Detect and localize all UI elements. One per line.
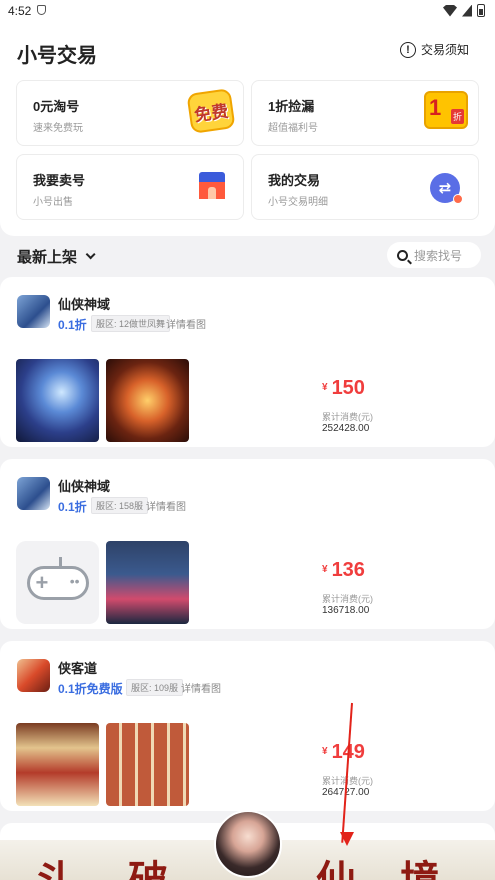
annotation-arrow-head	[340, 832, 354, 846]
game-name: 侠客道	[58, 661, 98, 676]
listing-card[interactable]: 仙侠神域 0.1折 服区: 12做世凤舞 详情看图 ¥150 累计消费(元) 2…	[0, 277, 495, 447]
detail-link[interactable]: 详情看图	[181, 680, 221, 695]
spent-label: 累计消费(元)	[322, 594, 373, 604]
price: ¥136	[322, 559, 365, 581]
trade-notice-button[interactable]: ! 交易须知	[399, 41, 469, 58]
card-subtitle: 速来免费玩	[33, 123, 83, 134]
card-subtitle: 小号交易明细	[268, 197, 328, 208]
character-avatar[interactable]	[214, 810, 282, 878]
free-badge-icon: 免费	[186, 88, 236, 135]
shield-icon	[37, 5, 46, 15]
detail-link[interactable]: 详情看图	[146, 498, 186, 513]
game-icon	[17, 477, 50, 510]
listing-card[interactable]: 仙侠神域 0.1折 服区: 158服 详情看图 ¥136 累计消费(元) 136…	[0, 459, 495, 629]
card-subtitle: 超值福利号	[268, 123, 318, 134]
status-bar: 4:52	[0, 0, 495, 22]
shop-icon	[199, 172, 225, 200]
status-time: 4:52	[8, 4, 32, 18]
banner-char: 仙	[316, 848, 356, 880]
screenshot-thumbnail[interactable]	[106, 541, 189, 624]
screenshot-thumbnail[interactable]	[106, 359, 189, 442]
placeholder-image[interactable]	[16, 541, 99, 624]
gamepad-icon	[26, 556, 89, 600]
detail-link[interactable]: 详情看图	[166, 316, 206, 331]
signal-icon	[462, 4, 472, 17]
game-icon	[17, 659, 50, 692]
card-title: 0元淘号	[33, 99, 80, 114]
banner-char: 斗	[34, 848, 74, 880]
exclamation-icon: !	[399, 41, 416, 58]
discount-label: 0.1折免费版	[58, 682, 123, 696]
sell-account-card[interactable]: 我要卖号 小号出售	[16, 154, 244, 220]
discount-badge-icon: 1 折	[424, 91, 468, 135]
sort-dropdown[interactable]: 最新上架	[17, 246, 96, 267]
server-tag: 服区: 109服	[126, 679, 184, 696]
discount-label: 0.1折	[58, 500, 87, 514]
card-title: 1折捡漏	[268, 99, 315, 114]
section-title: 最新上架	[17, 249, 78, 266]
server-tag: 服区: 158服	[91, 497, 149, 514]
banner-char: 境	[400, 848, 440, 880]
card-subtitle: 小号出售	[33, 197, 73, 208]
top-panel: 小号交易 ! 交易须知 0元淘号 速来免费玩 免费 1折捡漏 超值福利号 1 折…	[0, 22, 495, 236]
notification-dot	[453, 194, 463, 204]
bargain-card[interactable]: 1折捡漏 超值福利号 1 折	[251, 80, 479, 146]
wifi-icon	[443, 4, 457, 17]
price: ¥150	[322, 377, 365, 399]
banner-char: 破	[128, 848, 168, 880]
game-name: 仙侠神域	[58, 479, 111, 494]
trade-notice-label: 交易须知	[420, 43, 469, 57]
screenshot-thumbnail[interactable]	[16, 359, 99, 442]
status-icons	[443, 4, 485, 17]
listing-card[interactable]: 侠客道 0.1折免费版 服区: 109服 详情看图 ¥149 累计消费(元) 2…	[0, 641, 495, 811]
search-icon	[397, 249, 408, 261]
search-placeholder: 搜索找号	[414, 248, 463, 263]
battery-icon	[477, 4, 485, 17]
my-trades-card[interactable]: 我的交易 小号交易明细 ⇄	[251, 154, 479, 220]
spent-label: 累计消费(元)	[322, 412, 373, 422]
price: ¥149	[322, 741, 365, 763]
card-title: 我要卖号	[33, 173, 86, 188]
page-title: 小号交易	[17, 45, 97, 67]
search-input[interactable]: 搜索找号	[387, 242, 481, 268]
chevron-down-icon	[85, 249, 96, 260]
card-title: 我的交易	[268, 173, 321, 188]
game-icon	[17, 295, 50, 328]
free-account-card[interactable]: 0元淘号 速来免费玩 免费	[16, 80, 244, 146]
spent-value: 252428.00	[322, 423, 370, 434]
server-tag: 服区: 12做世凤舞	[91, 315, 171, 332]
screenshot-thumbnail[interactable]	[16, 723, 99, 806]
screenshot-thumbnail[interactable]	[106, 723, 189, 806]
spent-value: 136718.00	[322, 605, 370, 616]
game-name: 仙侠神域	[58, 297, 111, 312]
discount-label: 0.1折	[58, 318, 87, 332]
